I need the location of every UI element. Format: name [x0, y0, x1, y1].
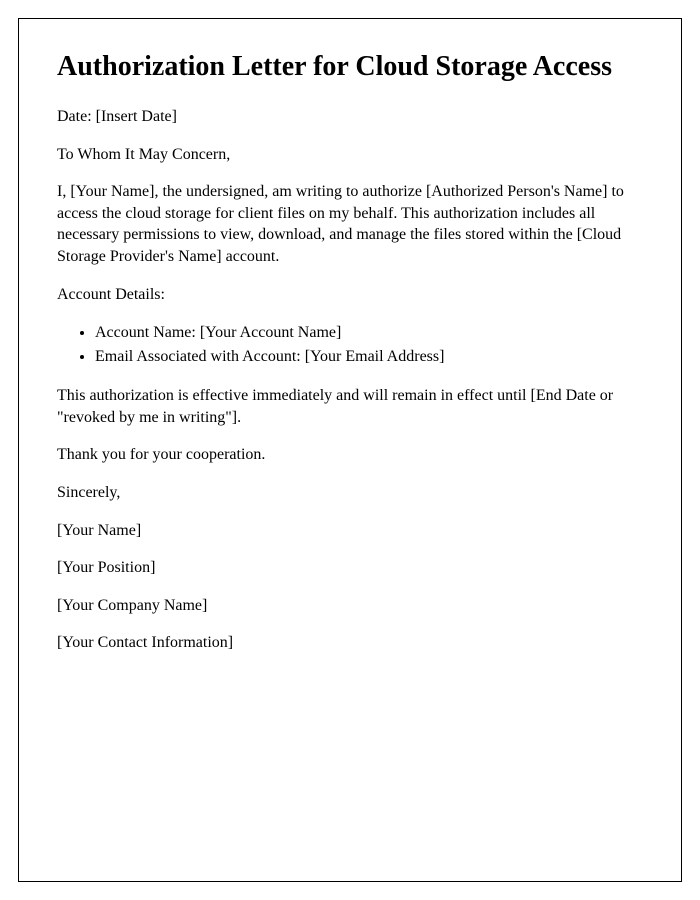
- document-title: Authorization Letter for Cloud Storage A…: [57, 49, 643, 84]
- body-paragraph: I, [Your Name], the undersigned, am writ…: [57, 181, 643, 267]
- signature-company: [Your Company Name]: [57, 595, 643, 617]
- thanks-line: Thank you for your cooperation.: [57, 444, 643, 466]
- signature-name: [Your Name]: [57, 520, 643, 542]
- account-email-item: Email Associated with Account: [Your Ema…: [95, 345, 643, 369]
- signature-block: Sincerely, [Your Name] [Your Position] […: [57, 482, 643, 654]
- effective-paragraph: This authorization is effective immediat…: [57, 385, 643, 428]
- document-frame: Authorization Letter for Cloud Storage A…: [18, 18, 682, 882]
- date-line: Date: [Insert Date]: [57, 106, 643, 128]
- account-name-item: Account Name: [Your Account Name]: [95, 321, 643, 345]
- account-details-label: Account Details:: [57, 284, 643, 306]
- signature-position: [Your Position]: [57, 557, 643, 579]
- closing: Sincerely,: [57, 482, 643, 504]
- signature-contact: [Your Contact Information]: [57, 632, 643, 654]
- salutation: To Whom It May Concern,: [57, 144, 643, 166]
- account-details-list: Account Name: [Your Account Name] Email …: [95, 321, 643, 369]
